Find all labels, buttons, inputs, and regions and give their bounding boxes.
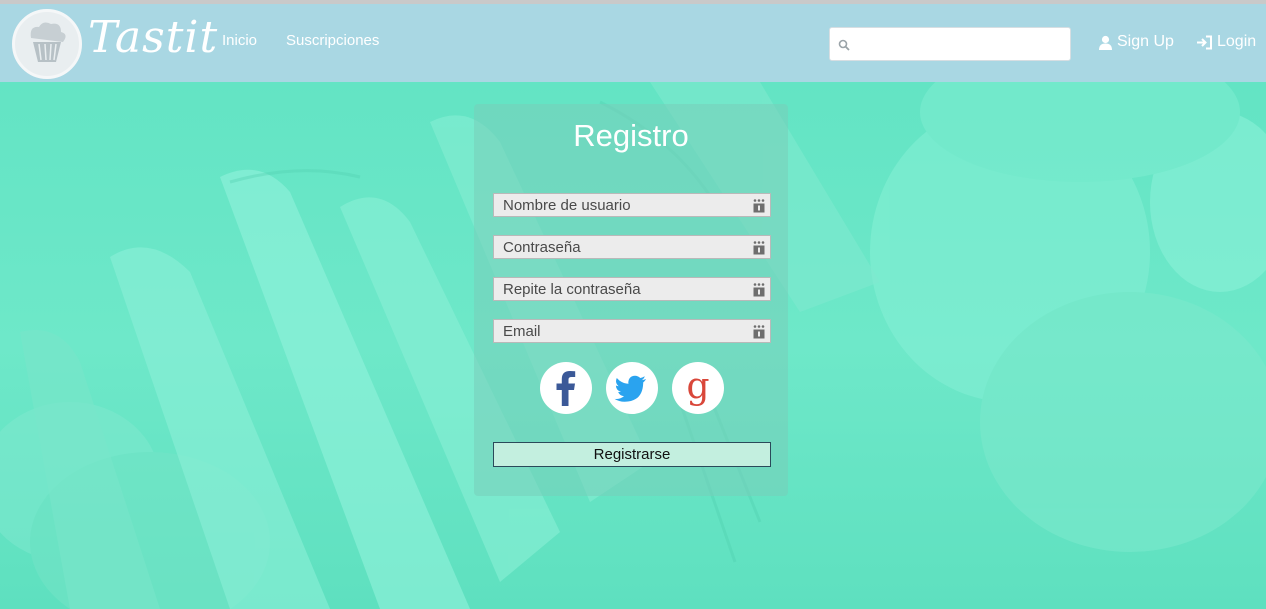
signup-label: Sign Up: [1117, 33, 1174, 50]
search-icon: [838, 39, 850, 51]
nav-link-suscripciones[interactable]: Suscripciones: [286, 32, 379, 49]
email-field[interactable]: [493, 319, 771, 343]
password-manager-icon[interactable]: [752, 198, 766, 213]
signup-link[interactable]: Sign Up: [1098, 33, 1174, 51]
twitter-icon: [614, 375, 646, 402]
username-input[interactable]: [494, 194, 746, 216]
google-login-button[interactable]: g: [672, 362, 724, 414]
repeat-password-input[interactable]: [494, 278, 746, 300]
page-title: Registro: [573, 118, 689, 153]
nav-link-inicio[interactable]: Inicio: [222, 32, 257, 49]
facebook-icon: [556, 371, 576, 406]
logo-badge[interactable]: [12, 9, 82, 79]
user-icon: [1099, 35, 1112, 50]
username-field[interactable]: [493, 193, 771, 217]
navbar: Tastit Inicio Suscripciones Sign Up Logi…: [0, 4, 1266, 82]
brand-logo-text[interactable]: Tastit: [88, 12, 218, 63]
repeat-password-field[interactable]: [493, 277, 771, 301]
password-manager-icon[interactable]: [752, 282, 766, 297]
password-field[interactable]: [493, 235, 771, 259]
registration-panel: Registro Nombre de usuario Email g Regis…: [474, 104, 788, 496]
login-link[interactable]: Login: [1196, 33, 1256, 51]
search-input[interactable]: [856, 34, 1064, 56]
facebook-login-button[interactable]: [540, 362, 592, 414]
password-manager-icon[interactable]: [752, 240, 766, 255]
search-box[interactable]: [829, 27, 1071, 61]
svg-text:g: g: [686, 366, 709, 407]
login-label: Login: [1217, 33, 1257, 50]
login-icon: [1197, 35, 1212, 49]
password-manager-icon[interactable]: [752, 324, 766, 339]
twitter-login-button[interactable]: [606, 362, 658, 414]
register-button[interactable]: Registrarse: [493, 442, 771, 467]
password-input[interactable]: [494, 236, 746, 258]
google-icon: g: [686, 366, 709, 407]
email-input[interactable]: [494, 320, 746, 342]
cupcake-icon: [30, 22, 66, 62]
